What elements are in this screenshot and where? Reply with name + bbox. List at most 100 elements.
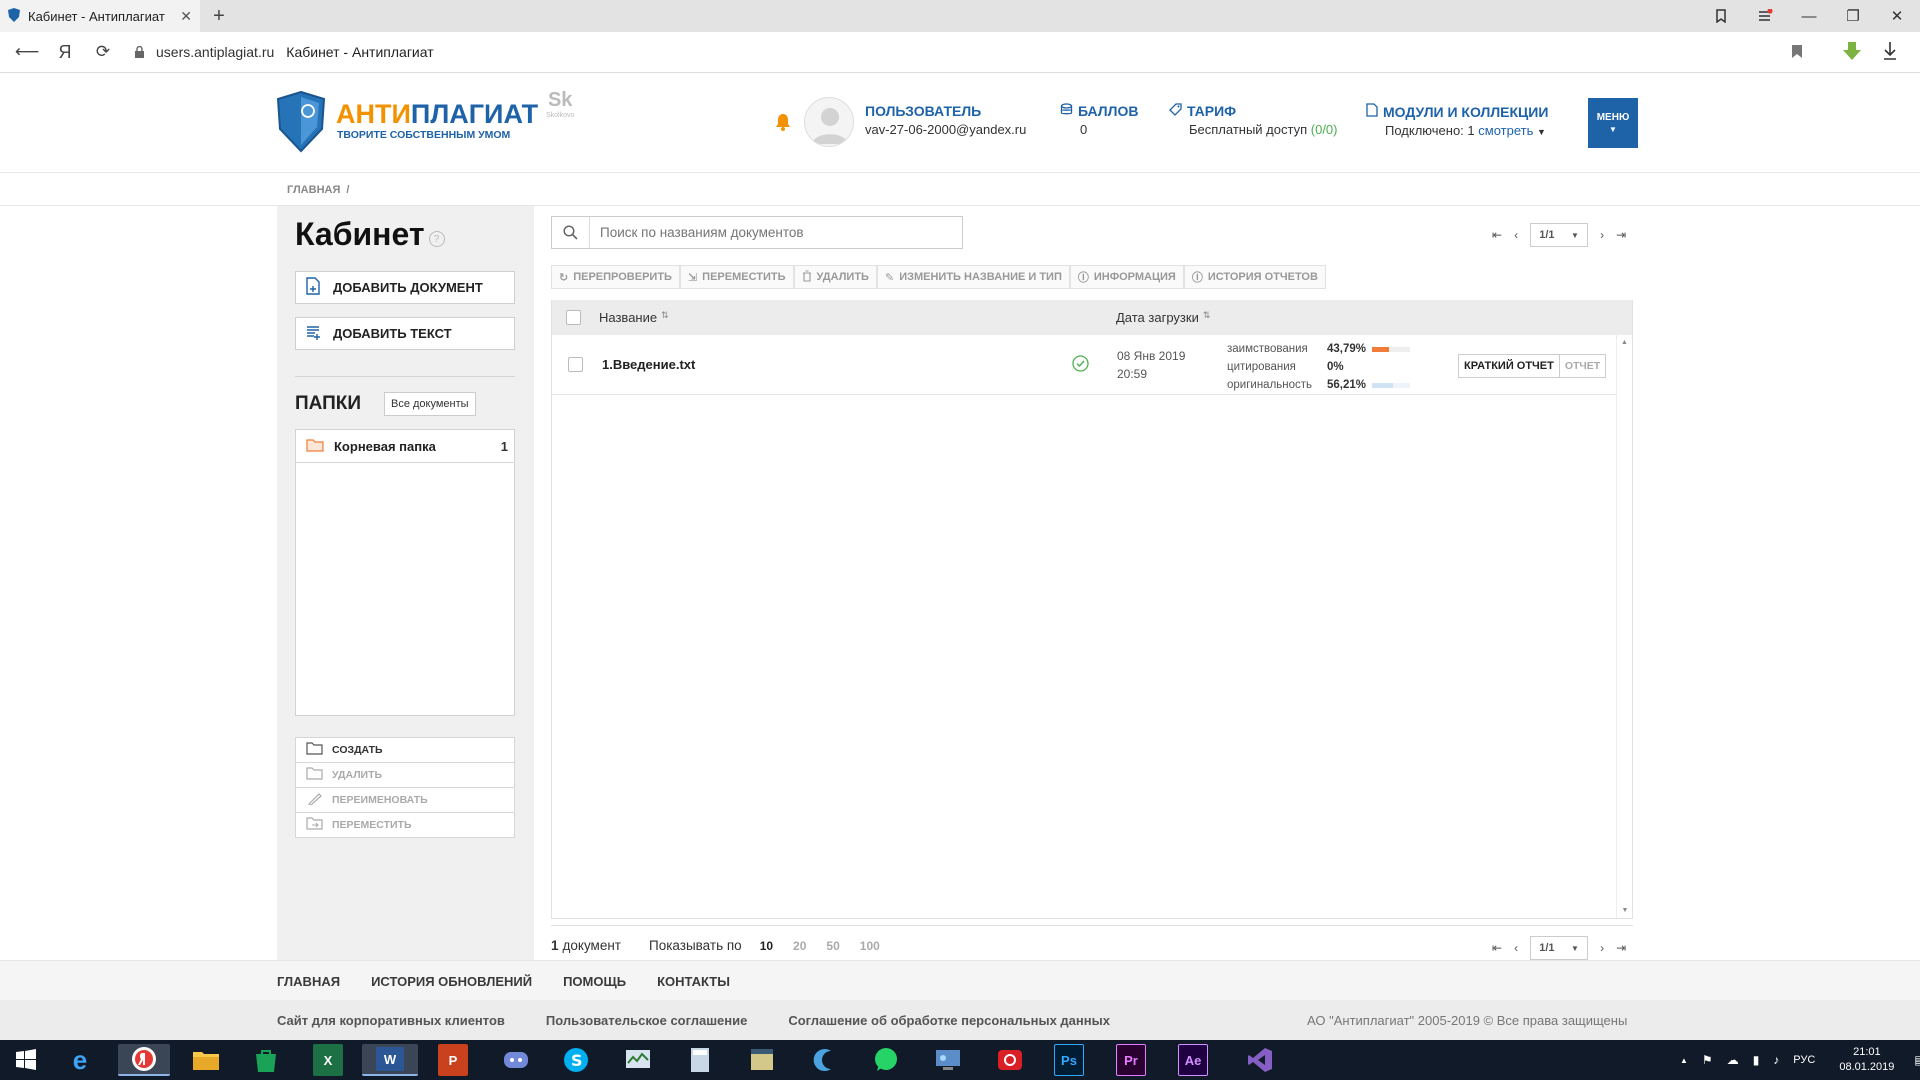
skype-icon[interactable]: S <box>556 1044 596 1076</box>
visual-studio-icon[interactable] <box>1240 1044 1280 1076</box>
help-icon[interactable]: ? <box>428 231 445 247</box>
clock[interactable]: 21:01 08.01.2019 <box>1839 1045 1894 1075</box>
footer-link-agreement[interactable]: Пользовательское соглашение <box>546 1013 747 1028</box>
photoshop-icon[interactable]: Ps <box>1054 1044 1084 1076</box>
user-block[interactable]: ПОЛЬЗОВАТЕЛЬ vav-27-06-2000@yandex.ru <box>865 103 1026 137</box>
next-page-icon[interactable]: › <box>1600 228 1604 242</box>
page-select[interactable]: 1/1 ▼ <box>1530 223 1589 247</box>
page-title-in-address[interactable]: Кабинет - Антиплагиат <box>286 44 433 60</box>
store-icon[interactable] <box>246 1044 286 1076</box>
first-page-icon[interactable]: ⇤ <box>1492 228 1502 242</box>
scroll-up-icon[interactable]: ▲ <box>1617 339 1632 346</box>
move-button[interactable]: ⇲ ПЕРЕМЕСТИТЬ <box>679 265 794 289</box>
recheck-button[interactable]: ↻ ПЕРЕПРОВЕРИТЬ <box>551 265 680 289</box>
rename-folder-button[interactable]: ПЕРЕИМЕНОВАТЬ <box>295 788 515 813</box>
page-select[interactable]: 1/1 ▼ <box>1530 936 1589 960</box>
notification-bell-icon[interactable] <box>775 113 791 134</box>
notification-center-icon[interactable]: ▤ <box>1914 1053 1920 1067</box>
page-size-10[interactable]: 10 <box>760 939 773 953</box>
restore-window-icon[interactable]: ❐ <box>1831 0 1875 32</box>
modules-block[interactable]: МОДУЛИ И КОЛЛЕКЦИИ Подключено: 1 смотрет… <box>1366 103 1548 138</box>
page-size-20[interactable]: 20 <box>793 939 806 953</box>
user-avatar[interactable] <box>804 97 854 147</box>
column-name-header[interactable]: Название ⇅ <box>599 310 669 325</box>
prev-page-icon[interactable]: ‹ <box>1514 228 1518 242</box>
url-host[interactable]: users.antiplagiat.ru <box>156 44 274 60</box>
calculator-icon[interactable] <box>680 1044 720 1076</box>
antiplagiat-logo[interactable]: АНТИПЛАГИАТ ТВОРИТЕ СОБСТВЕННЫМ УМОМ <box>276 90 538 153</box>
page-size-100[interactable]: 100 <box>860 939 880 953</box>
folder-item-root[interactable]: Корневая папка 1 <box>296 430 514 463</box>
flag-icon[interactable]: ⚑ <box>1702 1053 1713 1067</box>
close-window-icon[interactable]: ✕ <box>1875 0 1919 32</box>
add-text-button[interactable]: ДОБАВИТЬ ТЕКСТ <box>295 317 515 350</box>
minimize-window-icon[interactable]: — <box>1787 0 1831 32</box>
control-panel-icon[interactable] <box>928 1044 968 1076</box>
scroll-down-icon[interactable]: ▼ <box>1617 907 1633 914</box>
browser-menu-icon[interactable] <box>1743 0 1787 32</box>
row-checkbox[interactable] <box>568 357 583 372</box>
network-icon[interactable]: ▮ <box>1753 1053 1760 1067</box>
language-indicator[interactable]: РУС <box>1793 1054 1815 1066</box>
table-row[interactable]: 1.Введение.txt 08 Янв 2019 20:59 заимств… <box>552 335 1616 395</box>
footer-link-updates[interactable]: ИСТОРИЯ ОБНОВЛЕНИЙ <box>371 974 532 989</box>
powerpoint-icon[interactable]: P <box>438 1044 468 1076</box>
move-folder-button[interactable]: ПЕРЕМЕСТИТЬ <box>295 813 515 838</box>
footer-link-corporate[interactable]: Сайт для корпоративных клиентов <box>277 1013 505 1028</box>
last-page-icon[interactable]: ⇥ <box>1616 228 1626 242</box>
downloads-arrow-icon[interactable] <box>1882 41 1898 64</box>
delete-button[interactable]: УДАЛИТЬ <box>793 265 877 289</box>
info-button[interactable]: ⓘ ИНФОРМАЦИЯ <box>1069 265 1184 289</box>
history-button[interactable]: ⓘ ИСТОРИЯ ОТЧЕТОВ <box>1183 265 1326 289</box>
tariff-block[interactable]: ТАРИФ Бесплатный доступ (0/0) <box>1169 103 1338 137</box>
close-tab-icon[interactable]: ✕ <box>180 8 192 25</box>
bookmark-icon[interactable] <box>1791 44 1803 62</box>
browser-tab[interactable]: Кабинет - Антиплагиат ✕ <box>0 0 200 32</box>
delete-folder-button[interactable]: УДАЛИТЬ <box>295 763 515 788</box>
add-document-button[interactable]: ДОБАВИТЬ ДОКУМЕНТ <box>295 271 515 304</box>
file-explorer-icon[interactable] <box>186 1044 226 1076</box>
tray-expand-icon[interactable]: ▲ <box>1680 1056 1688 1065</box>
windows-start-icon[interactable] <box>4 1044 48 1076</box>
all-documents-button[interactable]: Все документы <box>384 392 476 416</box>
onedrive-icon[interactable]: ☁ <box>1727 1053 1739 1067</box>
points-block[interactable]: БАЛЛОВ 0 <box>1060 103 1138 137</box>
breadcrumb-home[interactable]: ГЛАВНАЯ <box>287 184 340 196</box>
vertical-scrollbar[interactable]: ▲ ▼ <box>1616 335 1632 918</box>
footer-link-help[interactable]: ПОМОЩЬ <box>563 974 626 989</box>
discord-icon[interactable] <box>496 1044 536 1076</box>
back-arrow-icon[interactable]: ⟵ <box>8 33 46 71</box>
yandex-browser-icon[interactable] <box>118 1044 170 1076</box>
footer-link-personal-data[interactable]: Соглашение об обработке персональных дан… <box>788 1013 1110 1028</box>
rename-button[interactable]: ✎ ИЗМЕНИТЬ НАЗВАНИЕ И ТИП <box>876 265 1070 289</box>
column-date-header[interactable]: Дата загрузки ⇅ <box>1116 310 1210 325</box>
page-size-50[interactable]: 50 <box>826 939 839 953</box>
volume-icon[interactable]: ♪ <box>1773 1053 1779 1067</box>
last-page-icon[interactable]: ⇥ <box>1616 941 1626 955</box>
footer-link-home[interactable]: ГЛАВНАЯ <box>277 974 340 989</box>
first-page-icon[interactable]: ⇤ <box>1492 941 1502 955</box>
adobe-cc-icon[interactable] <box>990 1044 1030 1076</box>
word-icon[interactable]: W <box>362 1044 418 1076</box>
create-folder-button[interactable]: СОЗДАТЬ <box>295 738 515 763</box>
excel-icon[interactable]: X <box>313 1044 343 1076</box>
prev-page-icon[interactable]: ‹ <box>1514 941 1518 955</box>
modules-link[interactable]: смотреть <box>1478 123 1533 138</box>
bookmarks-tabs-icon[interactable] <box>1699 0 1743 32</box>
internet-explorer-icon[interactable]: e <box>60 1044 100 1076</box>
notepad-icon[interactable] <box>742 1044 782 1076</box>
yandex-icon[interactable]: Я <box>46 33 84 71</box>
footer-link-contacts[interactable]: КОНТАКТЫ <box>657 974 730 989</box>
next-page-icon[interactable]: › <box>1600 941 1604 955</box>
menu-button[interactable]: МЕНЮ ▼ <box>1588 98 1638 148</box>
premiere-icon[interactable]: Pr <box>1116 1044 1146 1076</box>
new-tab-button[interactable]: + <box>207 4 231 28</box>
select-all-checkbox[interactable] <box>566 310 581 325</box>
document-name[interactable]: 1.Введение.txt <box>602 357 695 372</box>
reload-icon[interactable]: ⟳ <box>84 33 122 71</box>
after-effects-icon[interactable]: Ae <box>1178 1044 1208 1076</box>
download-manager-icon[interactable] <box>1842 41 1862 66</box>
app-crescent-icon[interactable] <box>804 1044 844 1076</box>
brief-report-button[interactable]: КРАТКИЙ ОТЧЕТ <box>1459 355 1560 377</box>
report-button[interactable]: ОТЧЕТ <box>1560 355 1605 377</box>
